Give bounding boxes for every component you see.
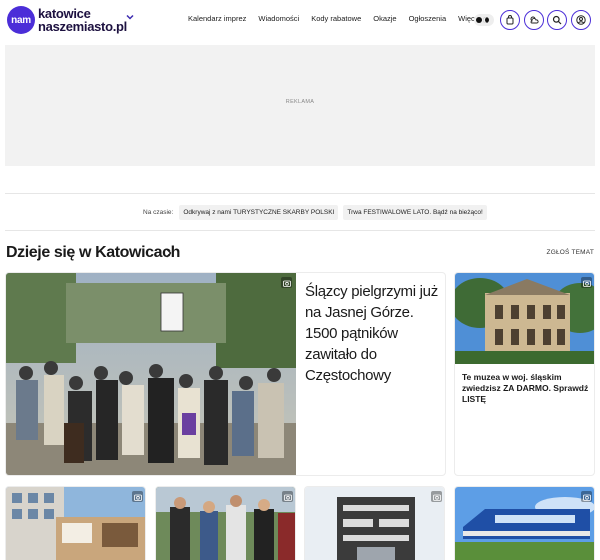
- ad-banner[interactable]: REKLAMA: [5, 45, 595, 166]
- gallery-icon: [581, 277, 592, 288]
- nav-item-kody[interactable]: Kody rabatowe: [311, 14, 361, 23]
- article-image[interactable]: [156, 487, 295, 560]
- hot-topics-label: Na czasie:: [143, 209, 174, 216]
- article-image[interactable]: [305, 487, 444, 560]
- article-image[interactable]: [6, 487, 145, 560]
- city-chevron-down-icon[interactable]: [125, 12, 135, 22]
- weather-icon[interactable]: [524, 10, 544, 30]
- side-article-title[interactable]: Te muzea w woj. śląskim zwiedzisz ZA DAR…: [462, 372, 590, 405]
- nav-item-kalendarz[interactable]: Kalendarz imprez: [188, 14, 246, 23]
- main-article-image[interactable]: [6, 273, 296, 475]
- article-card[interactable]: [5, 486, 146, 560]
- article-card[interactable]: [304, 486, 445, 560]
- bag-icon[interactable]: [500, 10, 520, 30]
- logo-badge[interactable]: nam: [7, 6, 35, 34]
- main-nav: Kalendarz imprez Wiadomości Kody rabatow…: [188, 14, 501, 23]
- side-article-image[interactable]: [455, 273, 594, 364]
- nav-item-wiadomosci[interactable]: Wiadomości: [258, 14, 299, 23]
- article-card[interactable]: [454, 486, 595, 560]
- search-icon[interactable]: [547, 10, 567, 30]
- hot-topic-chip[interactable]: Odkrywaj z nami TURYSTYCZNE SKARBY POLSK…: [179, 205, 339, 220]
- logo-text[interactable]: katowice naszemiasto.pl: [38, 7, 127, 33]
- report-topic-link[interactable]: ZGŁOŚ TEMAT: [547, 249, 594, 256]
- gallery-icon: [281, 277, 292, 288]
- hot-topic-chip[interactable]: Trwa FESTIWALOWE LATO. Bądź na bieżąco!: [343, 205, 487, 220]
- nav-item-ogloszenia[interactable]: Ogłoszenia: [409, 14, 447, 23]
- gallery-icon: [581, 491, 592, 502]
- sun-icon: [476, 17, 482, 23]
- site-header: nam katowice naszemiasto.pl Kalendarz im…: [0, 0, 600, 42]
- main-article-title[interactable]: Ślązcy pielgrzymi już na Jasnej Górze. 1…: [305, 281, 445, 386]
- hot-topics: Na czasie: Odkrywaj z nami TURYSTYCZNE S…: [143, 205, 492, 220]
- gallery-icon: [282, 491, 293, 502]
- divider: [5, 193, 595, 194]
- moon-icon: [483, 17, 489, 23]
- chevron-right-icon[interactable]: [165, 246, 173, 262]
- article-image[interactable]: [455, 487, 594, 560]
- gallery-icon: [431, 491, 442, 502]
- logo-line-site: naszemiasto.pl: [38, 19, 127, 34]
- side-article-card[interactable]: Te muzea w woj. śląskim zwiedzisz ZA DAR…: [454, 272, 595, 476]
- article-card[interactable]: [155, 486, 296, 560]
- user-icon[interactable]: [571, 10, 591, 30]
- divider: [5, 230, 595, 231]
- gallery-icon: [132, 491, 143, 502]
- nav-item-okazje[interactable]: Okazje: [373, 14, 396, 23]
- section-title[interactable]: Dzieje się w Katowicach: [6, 244, 180, 262]
- ad-label: REKLAMA: [285, 99, 315, 105]
- theme-toggle[interactable]: [474, 14, 494, 26]
